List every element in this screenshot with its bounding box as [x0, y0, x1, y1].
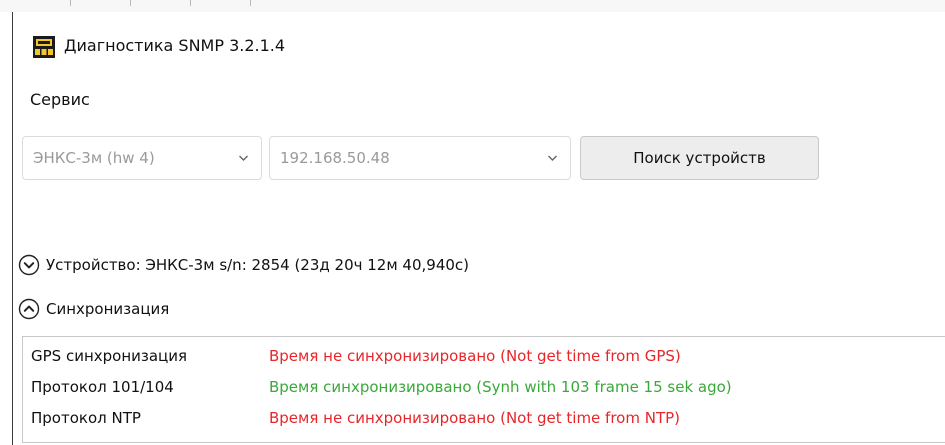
sync-status-panel: GPS синхронизация Время не синхронизиров…	[22, 336, 945, 443]
device-section-label: Устройство: ЭНКС-3м s/n: 2854 (23д 20ч 1…	[46, 256, 470, 274]
sync-row-label: Протокол 101/104	[31, 378, 174, 396]
sync-section-label: Синхронизация	[46, 300, 170, 318]
sync-row-ntp: Протокол NTP Время не синхронизировано (…	[31, 409, 680, 431]
window-title: Диагностика SNMP 3.2.1.4	[64, 36, 286, 55]
ip-address-select[interactable]: 192.168.50.48	[269, 136, 571, 180]
chevron-down-icon	[238, 137, 249, 197]
device-type-select[interactable]: ЭНКС-3м (hw 4)	[22, 136, 262, 180]
sync-row-gps: GPS синхронизация Время не синхронизиров…	[31, 347, 681, 369]
window-left-border	[0, 12, 13, 445]
menu-item-service[interactable]: Сервис	[30, 90, 90, 109]
search-devices-button[interactable]: Поиск устройств	[580, 136, 819, 180]
sync-row-101-104: Протокол 101/104 Время синхронизировано …	[31, 378, 732, 400]
sync-row-status: Время не синхронизировано (Not get time …	[269, 347, 681, 365]
sync-row-status: Время синхронизировано (Synh with 103 fr…	[269, 378, 732, 396]
device-type-select-value: ЭНКС-3м (hw 4)	[33, 149, 155, 167]
chevron-up-circle-icon[interactable]	[18, 298, 40, 320]
sync-section-header[interactable]: Синхронизация	[18, 296, 169, 322]
network-device-icon	[32, 35, 56, 59]
chevron-down-circle-icon[interactable]	[18, 254, 40, 276]
sync-row-label: Протокол NTP	[31, 409, 141, 427]
ip-address-select-value: 192.168.50.48	[280, 149, 390, 167]
sync-row-label: GPS синхронизация	[31, 347, 188, 365]
sync-row-status: Время не синхронизировано (Not get time …	[269, 409, 681, 427]
device-section-header[interactable]: Устройство: ЭНКС-3м s/n: 2854 (23д 20ч 1…	[18, 252, 469, 278]
chevron-down-icon	[547, 137, 558, 197]
